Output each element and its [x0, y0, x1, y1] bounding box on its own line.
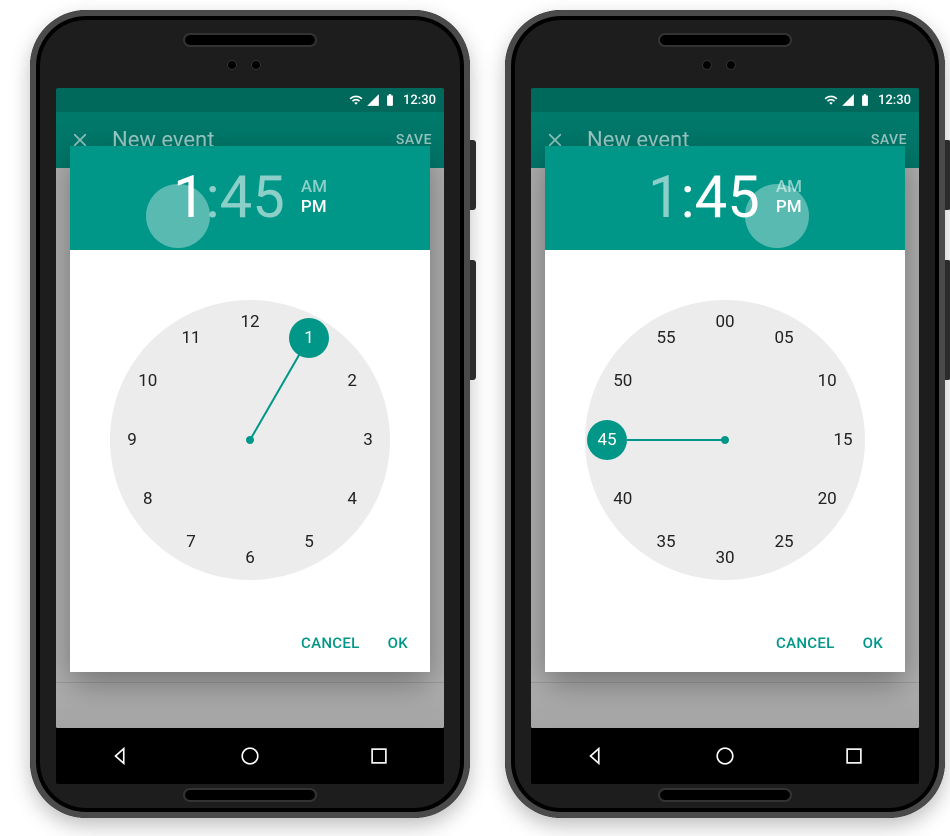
nav-back-icon[interactable]: [585, 745, 607, 767]
clock-number[interactable]: 40: [603, 479, 643, 519]
system-nav-bar: [531, 728, 919, 784]
ampm-toggle: AM PM: [301, 177, 327, 217]
status-bar: 12:30: [531, 88, 919, 112]
clock-selected[interactable]: 1: [289, 318, 329, 358]
clock-number[interactable]: 2: [332, 361, 372, 401]
time-picker-dialog: 1 : 45 AM PM 00 0510 15 2025 30 3540 45 5055 CA…: [545, 146, 905, 672]
touch-ripple: [146, 184, 210, 248]
clock-number[interactable]: 6: [230, 538, 270, 578]
cell-signal-icon: [841, 93, 855, 107]
battery-icon: [383, 93, 397, 107]
minute-display[interactable]: 45: [220, 169, 285, 227]
pm-option[interactable]: PM: [301, 197, 327, 217]
phone-volume-rocker: [470, 260, 476, 380]
battery-icon: [858, 93, 872, 107]
clock-number[interactable]: 15: [823, 420, 863, 460]
phone-screen-left: 12:30 New event SAVE 1 : 45: [56, 88, 444, 728]
wifi-icon: [824, 93, 838, 107]
clock-number[interactable]: 11: [171, 318, 211, 358]
phone-sensors: [220, 54, 280, 62]
cell-signal-icon: [366, 93, 380, 107]
clock-number[interactable]: 10: [807, 361, 847, 401]
clock-number[interactable]: 8: [128, 479, 168, 519]
system-nav-bar: [56, 728, 444, 784]
dialog-actions: CANCEL OK: [70, 620, 430, 672]
clock-number[interactable]: 25: [764, 522, 804, 562]
cancel-button[interactable]: CANCEL: [301, 634, 360, 652]
phone-screen-right: 12:30 New event SAVE 1 : 45: [531, 88, 919, 728]
clock-area: 00 0510 15 2025 30 3540 45 5055: [545, 250, 905, 620]
status-bar: 12:30: [56, 88, 444, 112]
phone-earpiece: [185, 35, 315, 45]
clock-number[interactable]: 10: [128, 361, 168, 401]
clock-number[interactable]: 4: [332, 479, 372, 519]
clock-number[interactable]: 00: [705, 302, 745, 342]
time-picker-header: 1 : 45 AM PM: [70, 146, 430, 250]
phone-power-button: [470, 140, 476, 210]
clock-number[interactable]: 20: [807, 479, 847, 519]
time-picker-dialog: 1 : 45 AM PM 121234567891011 CANCEL OK: [70, 146, 430, 672]
clock-face-hours[interactable]: 12 12 3 45678 9 1011: [110, 300, 390, 580]
phone-power-button: [945, 140, 950, 210]
clock-number[interactable]: 5: [289, 522, 329, 562]
time-colon: :: [681, 169, 695, 227]
phone-earpiece: [660, 35, 790, 45]
clock-selected[interactable]: 45: [587, 420, 627, 460]
clock-number[interactable]: 30: [705, 538, 745, 578]
clock-number[interactable]: 3: [348, 420, 388, 460]
wifi-icon: [349, 93, 363, 107]
am-option[interactable]: AM: [301, 177, 327, 197]
clock-number[interactable]: 05: [764, 318, 804, 358]
stage: 12:30 New event SAVE 1 : 45: [0, 0, 950, 836]
nav-home-icon[interactable]: [239, 745, 261, 767]
nav-home-icon[interactable]: [714, 745, 736, 767]
clock-number[interactable]: 7: [171, 522, 211, 562]
ok-button[interactable]: OK: [388, 634, 408, 652]
clock-number[interactable]: 55: [646, 318, 686, 358]
clock-number[interactable]: 50: [603, 361, 643, 401]
touch-ripple: [745, 184, 809, 248]
clock-number[interactable]: 35: [646, 522, 686, 562]
hour-display[interactable]: 1: [648, 169, 681, 227]
clock-number[interactable]: 9: [112, 420, 152, 460]
ok-button[interactable]: OK: [863, 634, 883, 652]
clock-face-minutes[interactable]: 00 0510 15 2025 30 3540 45 5055: [585, 300, 865, 580]
status-time: 12:30: [878, 93, 911, 108]
nav-recent-icon[interactable]: [368, 745, 390, 767]
phone-speaker: [660, 790, 790, 800]
cancel-button[interactable]: CANCEL: [776, 634, 835, 652]
phone-speaker: [185, 790, 315, 800]
phone-frame-left: 12:30 New event SAVE 1 : 45: [30, 10, 470, 818]
phone-frame-right: 12:30 New event SAVE 1 : 45: [505, 10, 945, 818]
phone-sensors: [695, 54, 755, 62]
dialog-actions: CANCEL OK: [545, 620, 905, 672]
time-picker-header: 1 : 45 AM PM: [545, 146, 905, 250]
clock-area: 12 12 3 45678 9 1011: [70, 250, 430, 620]
phone-volume-rocker: [945, 260, 950, 380]
status-time: 12:30: [403, 93, 436, 108]
nav-back-icon[interactable]: [110, 745, 132, 767]
nav-recent-icon[interactable]: [843, 745, 865, 767]
clock-number[interactable]: 12: [230, 302, 270, 342]
